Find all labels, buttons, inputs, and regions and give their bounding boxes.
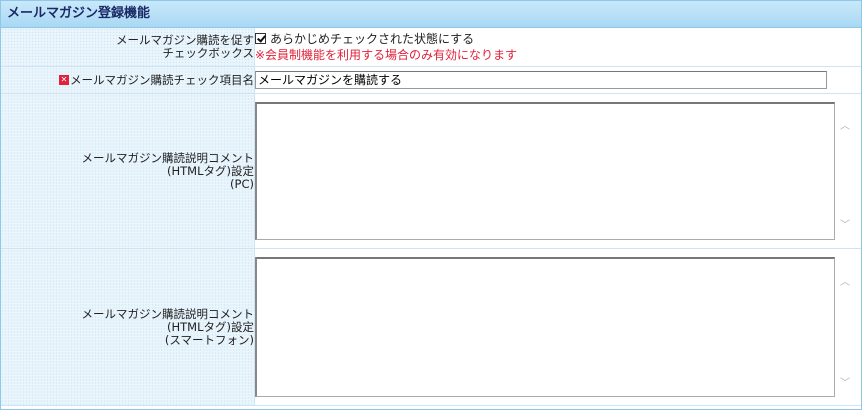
scroll-up-icon[interactable]: ︿ [840, 273, 850, 288]
mail-magazine-panel: メールマガジン登録機能 メールマガジン購読を促す チェックボックス あらかじめチ… [0, 0, 862, 410]
form-row-item-name: ✕ メールマガジン購読チェック項目名 [1, 66, 861, 94]
scroll-up-icon[interactable]: ︿ [840, 117, 850, 132]
precheck-label[interactable]: あらかじめチェックされた状態にする [270, 30, 474, 47]
scroll-down-icon[interactable]: ﹀ [840, 216, 850, 231]
label-line: メールマガジン購読チェック項目名 [70, 72, 254, 87]
form-row-comment-pc: メールマガジン購読説明コメント (HTMLタグ)設定 (PC) [1, 93, 861, 249]
row-value-comment-pc [254, 93, 861, 249]
label-line: チェックボックス [162, 46, 254, 60]
form-row-comment-sp: メールマガジン購読説明コメント (HTMLタグ)設定 (スマートフォン) [1, 248, 861, 406]
comment-sp-textarea[interactable] [255, 257, 835, 397]
label-line: (HTMLタグ)設定 [167, 319, 254, 334]
row-value-checkbox: あらかじめチェックされた状態にする ※会員制機能を利用する場合のみ有効になります [254, 28, 861, 67]
label-line: メールマガジン購読説明コメント [81, 306, 255, 321]
row-label-comment-sp: メールマガジン購読説明コメント (HTMLタグ)設定 (スマートフォン) [1, 248, 255, 406]
row-value-comment-sp [254, 248, 861, 406]
settings-form: メールマガジン購読を促す チェックボックス あらかじめチェックされた状態にする … [1, 28, 861, 406]
section-title: メールマガジン登録機能 [1, 1, 861, 28]
label-line: (スマートフォン) [164, 332, 254, 347]
label-line: (HTMLタグ)設定 [167, 163, 254, 178]
row-label-item-name: ✕ メールマガジン購読チェック項目名 [1, 66, 255, 94]
row-label-comment-pc: メールマガジン購読説明コメント (HTMLタグ)設定 (PC) [1, 93, 255, 249]
label-line: (PC) [230, 176, 254, 191]
comment-pc-textarea[interactable] [255, 102, 835, 240]
precheck-option[interactable]: あらかじめチェックされた状態にする [255, 30, 861, 47]
form-row-checkbox: メールマガジン購読を促す チェックボックス あらかじめチェックされた状態にする … [1, 28, 861, 67]
member-only-note: ※会員制機能を利用する場合のみ有効になります [255, 48, 518, 62]
comment-pc-scrollbar[interactable]: ︿ ﹀ [836, 109, 853, 239]
required-icon: ✕ [59, 75, 69, 85]
scroll-down-icon[interactable]: ﹀ [840, 374, 850, 389]
precheck-checkbox[interactable] [255, 32, 266, 44]
label-line: メールマガジン購読説明コメント [81, 150, 255, 165]
comment-sp-scrollbar[interactable]: ︿ ﹀ [836, 265, 853, 397]
row-label-checkbox: メールマガジン購読を促す チェックボックス [1, 28, 255, 67]
item-name-input[interactable] [255, 71, 827, 89]
row-value-item-name [254, 66, 861, 94]
